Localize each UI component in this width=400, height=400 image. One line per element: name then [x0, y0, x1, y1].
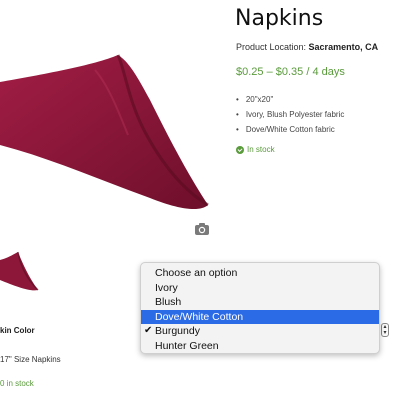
location-value: Sacramento, CA — [308, 42, 379, 52]
checkmark-icon: ✔ — [144, 325, 153, 336]
variant-stock: 0 in stock — [0, 379, 34, 388]
product-price: $0.25 – $0.35 / 4 days — [236, 66, 345, 78]
feature-list: 20"x20" Ivory, Blush Polyester fabric Do… — [236, 92, 345, 137]
option-burgundy[interactable]: ✔ Burgundy — [141, 324, 379, 339]
option-blush[interactable]: Blush — [141, 295, 379, 310]
product-image — [0, 54, 209, 210]
feature-item: Dove/White Cotton fabric — [236, 122, 344, 137]
option-dove-white-cotton[interactable]: Dove/White Cotton — [141, 309, 379, 324]
page-title: Napkins — [235, 6, 324, 31]
option-ivory[interactable]: Ivory — [141, 281, 379, 296]
check-circle-icon — [236, 145, 244, 154]
variant-size-label: 17" Size Napkins — [0, 355, 61, 364]
camera-icon[interactable] — [194, 222, 210, 236]
feature-item: 20"x20" — [236, 92, 344, 107]
product-location: Product Location: Sacramento, CA — [236, 42, 378, 52]
stock-text: In stock — [247, 145, 275, 154]
variant-thumbnail[interactable] — [0, 248, 40, 298]
feature-item: Ivory, Blush Polyester fabric — [236, 107, 345, 122]
location-label: Product Location: — [236, 42, 309, 52]
variant-color-label: kin Color — [0, 326, 35, 335]
color-select-dropdown[interactable]: Choose an option Ivory Blush Dove/White … — [140, 262, 380, 354]
option-hunter-green[interactable]: Hunter Green — [141, 339, 379, 354]
option-burgundy-label: Burgundy — [155, 325, 200, 337]
select-stepper-icon[interactable]: ▴ ▾ — [381, 323, 389, 337]
option-choose[interactable]: Choose an option — [141, 266, 379, 281]
stock-status: In stock — [236, 145, 275, 154]
